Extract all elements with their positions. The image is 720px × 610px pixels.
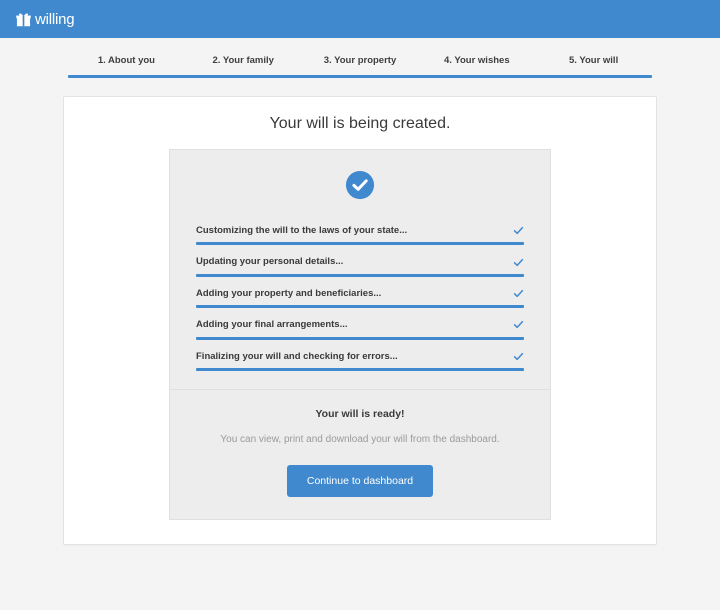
progress-bar: [68, 75, 652, 78]
check-icon: [513, 257, 524, 268]
check-icon: [513, 319, 524, 330]
page-title: Your will is being created.: [269, 115, 451, 132]
task-row: Adding your property and beneficiaries..…: [196, 277, 524, 309]
step-navigation: 1. About you 2. Your family 3. Your prop…: [0, 38, 720, 78]
task-line: Updating your personal details...: [196, 256, 524, 273]
continue-to-dashboard-button[interactable]: Continue to dashboard: [286, 464, 434, 497]
task-label: Adding your property and beneficiaries..…: [196, 287, 382, 299]
task-row: Finalizing your will and checking for er…: [196, 340, 524, 371]
brand-logo[interactable]: willing: [16, 10, 75, 28]
task-label: Finalizing your will and checking for er…: [196, 350, 398, 362]
panel-footer: Your will is ready! You can view, print …: [170, 390, 550, 519]
main-card: Your will is being created. Customizing …: [63, 96, 657, 545]
task-label: Updating your personal details...: [196, 256, 344, 268]
task-label: Adding your final arrangements...: [196, 319, 348, 331]
task-row: Updating your personal details...: [196, 245, 524, 277]
check-icon: [513, 225, 524, 236]
step-item-3[interactable]: 3. Your property: [302, 55, 419, 75]
check-icon: [513, 288, 524, 299]
task-progress-bar: [196, 367, 524, 371]
task-row: Customizing the will to the laws of your…: [196, 214, 524, 246]
task-label: Customizing the will to the laws of your…: [196, 225, 408, 236]
task-line: Customizing the will to the laws of your…: [196, 225, 524, 242]
step-item-2[interactable]: 2. Your family: [185, 55, 302, 75]
top-navbar: willing: [0, 0, 720, 38]
brand-name: willing: [35, 10, 75, 28]
check-circle-icon: [345, 170, 375, 200]
task-line: Finalizing your will and checking for er…: [196, 351, 524, 368]
step-item-4[interactable]: 4. Your wishes: [418, 55, 535, 75]
task-line: Adding your property and beneficiaries..…: [196, 288, 524, 305]
step-list: 1. About you 2. Your family 3. Your prop…: [68, 55, 652, 75]
task-line: Adding your final arrangements...: [196, 319, 524, 336]
ready-subtitle: You can view, print and download your wi…: [220, 433, 500, 445]
status-icon-row: [196, 164, 524, 214]
will-creation-panel: Customizing the will to the laws of your…: [169, 149, 551, 520]
task-row: Adding your final arrangements...: [196, 308, 524, 340]
task-list-section: Customizing the will to the laws of your…: [170, 150, 550, 389]
step-item-1[interactable]: 1. About you: [68, 55, 185, 75]
step-item-5[interactable]: 5. Your will: [535, 55, 652, 75]
ready-title: Your will is ready!: [315, 407, 405, 420]
gift-icon: [16, 12, 31, 27]
check-icon: [513, 351, 524, 362]
